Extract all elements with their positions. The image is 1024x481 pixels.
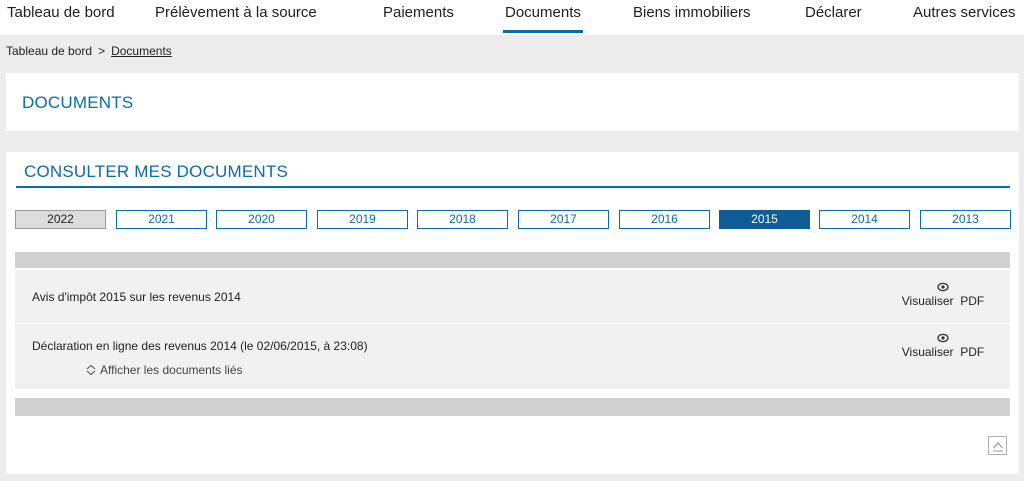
year-tab-2017[interactable]: 2017 <box>518 210 609 229</box>
eye-icon <box>937 333 949 343</box>
year-tab-2015[interactable]: 2015 <box>719 210 810 229</box>
page-title-card: DOCUMENTS <box>6 73 1019 131</box>
breadcrumb-home[interactable]: Tableau de bord <box>6 44 92 58</box>
nav-item-paiements[interactable]: Paiements <box>383 4 454 21</box>
expand-chevrons-icon <box>86 364 96 376</box>
view-pdf-button[interactable]: Visualiser PDF <box>898 282 988 308</box>
list-item: Avis d'impôt 2015 sur les revenus 2014 V… <box>15 270 1010 324</box>
year-tab-2020[interactable]: 2020 <box>216 210 307 229</box>
breadcrumb: Tableau de bord > Documents <box>6 44 172 58</box>
document-label: Avis d'impôt 2015 sur les revenus 2014 <box>32 290 241 304</box>
view-pdf-label: Visualiser PDF <box>901 345 985 359</box>
year-tab-2013[interactable]: 2013 <box>920 210 1011 229</box>
document-list: Avis d'impôt 2015 sur les revenus 2014 V… <box>15 270 1010 389</box>
year-tab-2021[interactable]: 2021 <box>116 210 207 229</box>
top-navigation: Tableau de bord Prélèvement à la source … <box>0 0 1024 35</box>
breadcrumb-separator: > <box>98 44 106 58</box>
year-tab-2022[interactable]: 2022 <box>15 210 106 229</box>
list-footer-bar <box>15 398 1010 416</box>
year-tab-2016[interactable]: 2016 <box>619 210 710 229</box>
view-pdf-button[interactable]: Visualiser PDF <box>898 333 988 359</box>
view-pdf-label: Visualiser PDF <box>901 294 985 308</box>
breadcrumb-current[interactable]: Documents <box>111 44 172 58</box>
eye-icon <box>937 282 949 292</box>
list-header-bar <box>15 252 1010 268</box>
list-item: Déclaration en ligne des revenus 2014 (l… <box>15 325 1010 389</box>
year-tab-2018[interactable]: 2018 <box>417 210 508 229</box>
section-title: CONSULTER MES DOCUMENTS <box>24 162 289 181</box>
consult-documents-card: CONSULTER MES DOCUMENTS 2022 2021 2020 2… <box>6 152 1019 474</box>
section-divider <box>16 186 1010 188</box>
nav-item-declarer[interactable]: Déclarer <box>805 4 862 21</box>
nav-item-prelevement-a-la-source[interactable]: Prélèvement à la source <box>155 4 317 21</box>
page-title: DOCUMENTS <box>22 93 134 112</box>
chevron-up-icon <box>993 442 1003 452</box>
year-tab-2019[interactable]: 2019 <box>317 210 408 229</box>
year-tab-2014[interactable]: 2014 <box>819 210 910 229</box>
document-label: Déclaration en ligne des revenus 2014 (l… <box>32 339 368 353</box>
nav-item-autres-services[interactable]: Autres services <box>913 4 1016 21</box>
nav-item-tableau-de-bord[interactable]: Tableau de bord <box>7 4 115 21</box>
show-related-documents-label: Afficher les documents liés <box>100 363 243 377</box>
year-tabs: 2022 2021 2020 2019 2018 2017 2016 2015 … <box>6 210 1019 230</box>
nav-item-documents[interactable]: Documents <box>503 4 583 33</box>
nav-item-biens-immobiliers[interactable]: Biens immobiliers <box>633 4 751 21</box>
scroll-to-top-button[interactable] <box>988 436 1007 455</box>
show-related-documents-link[interactable]: Afficher les documents liés <box>85 363 243 377</box>
